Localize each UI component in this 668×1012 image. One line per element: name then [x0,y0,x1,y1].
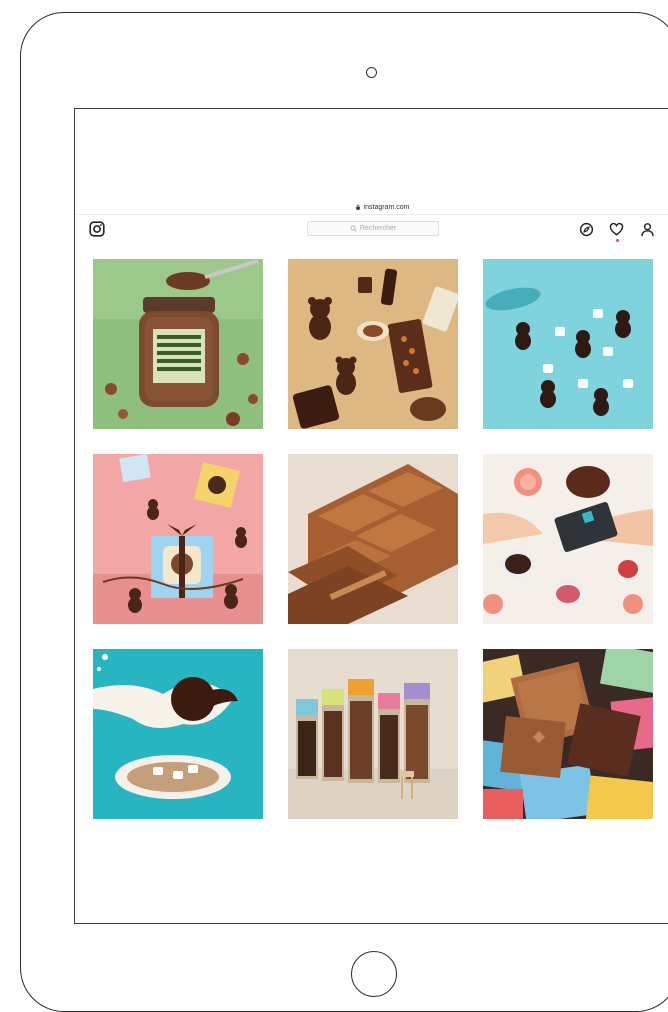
tablet-frame: instagram.com Rechercher [20,12,668,1012]
post-milk-chocolate-bar[interactable] [288,454,458,624]
search-input[interactable]: Rechercher [307,221,439,236]
notification-dot [616,239,619,242]
instagram-nav-bar: Rechercher [75,215,668,243]
post-image [483,454,653,624]
explore-compass-icon[interactable] [579,222,594,237]
post-chocolate-bar-packs[interactable] [288,649,458,819]
search-icon [350,225,357,232]
instagram-logo-icon[interactable] [89,221,105,237]
post-hazelnut-spread-jar[interactable] [93,259,263,429]
url-text: instagram.com [363,203,410,211]
post-gift-box-bears[interactable] [93,454,263,624]
search-placeholder: Rechercher [359,225,397,232]
lock-icon [355,204,360,210]
post-chocolate-bears-bars[interactable] [288,259,458,429]
post-image [288,649,458,819]
profile-icon[interactable] [640,222,655,237]
browser-url-bar[interactable]: instagram.com [75,201,668,213]
post-image [93,259,263,429]
front-camera [366,67,377,78]
home-button[interactable] [351,951,397,997]
post-image [483,649,653,819]
post-image [93,454,263,624]
post-hot-chocolate-bomb[interactable] [93,649,263,819]
post-image [483,259,653,429]
post-marshmallow-bears[interactable] [483,259,653,429]
heart-activity-icon[interactable] [609,222,624,237]
post-image [288,259,458,429]
tablet-screen: instagram.com Rechercher [74,108,668,924]
post-image [93,649,263,819]
post-grid [93,259,653,819]
post-image [288,454,458,624]
post-chocolate-gift-hands[interactable] [483,454,653,624]
post-chocolate-squares[interactable] [483,649,653,819]
